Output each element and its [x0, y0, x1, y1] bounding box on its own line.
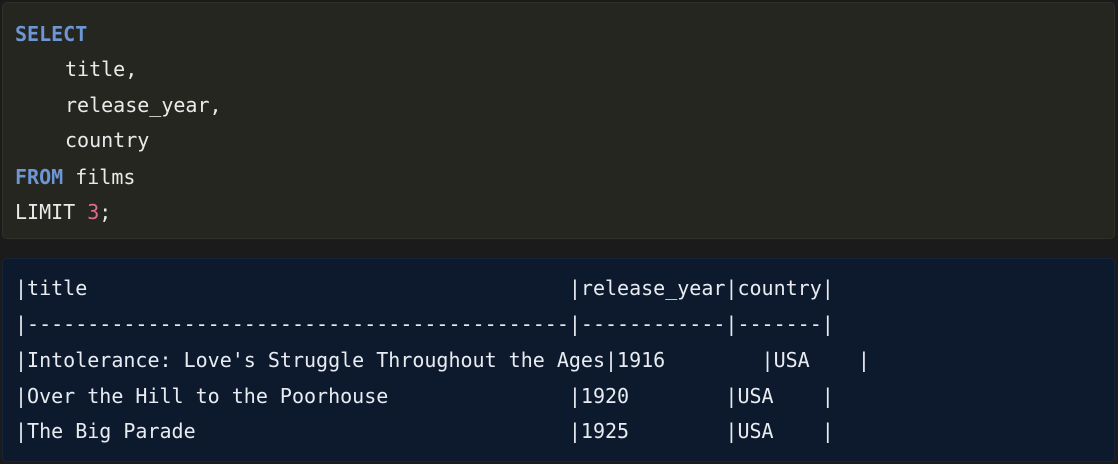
code-line-from: FROM films [15, 165, 135, 189]
limit-keyword: LIMIT [15, 200, 88, 224]
code-line-column-3: country [15, 128, 149, 152]
limit-value: 3 [87, 200, 100, 224]
result-separator-row: |---------------------------------------… [15, 312, 834, 336]
code-line-column-2: release_year, [15, 93, 222, 117]
result-row: |The Big Parade |1925 |USA | [15, 419, 834, 443]
statement-terminator: ; [99, 200, 112, 224]
sql-code-block: SELECT title, release_year, country FROM… [2, 2, 1115, 239]
code-line-select: SELECT [15, 22, 87, 46]
table-name: films [63, 165, 136, 189]
column-name: release_year, [65, 93, 222, 117]
result-row: |Intolerance: Love's Struggle Throughout… [15, 348, 870, 372]
code-line-column-1: title, [15, 57, 137, 81]
from-keyword: FROM [15, 165, 64, 189]
select-keyword: SELECT [15, 22, 88, 46]
column-name: country [65, 128, 150, 152]
column-name: title, [65, 57, 138, 81]
result-row: |Over the Hill to the Poorhouse |1920 |U… [15, 384, 834, 408]
code-line-limit: LIMIT 3; [15, 200, 111, 224]
query-output-block: |title |release_year|country| |---------… [2, 258, 1115, 462]
result-header-row: |title |release_year|country| [15, 276, 834, 300]
